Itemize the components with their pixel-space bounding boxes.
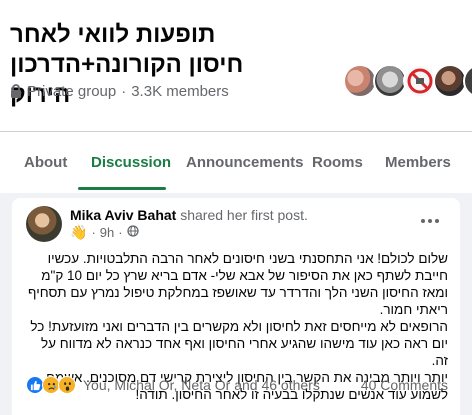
- reaction-icons[interactable]: [26, 376, 88, 394]
- post-card: Mika Aviv Bahat shared her first post. 👋…: [12, 198, 460, 415]
- member-avatars[interactable]: [343, 64, 472, 98]
- meta-separator: ·: [121, 82, 127, 100]
- wave-icon: 👋: [70, 224, 88, 240]
- lock-icon: [10, 84, 22, 98]
- member-avatar[interactable]: [373, 64, 407, 98]
- post-paragraph: שלום לכולם! אני התחסנתי בשני חיסונים לאח…: [28, 251, 448, 317]
- post-header: Mika Aviv Bahat shared her first post.: [70, 207, 308, 223]
- no-entry-icon: [407, 68, 433, 94]
- group-header: תופעות לוואי לאחר חיסון הקורונה+הדרכון ה…: [0, 0, 472, 193]
- meta-separator: ·: [91, 224, 96, 240]
- author-avatar[interactable]: [26, 206, 62, 242]
- privacy-label[interactable]: Private group: [27, 83, 116, 100]
- post-action-text: shared her first post.: [180, 207, 308, 223]
- member-avatar[interactable]: [403, 64, 437, 98]
- active-tab-indicator: [78, 187, 166, 190]
- author-name[interactable]: Mika Aviv Bahat: [70, 207, 176, 223]
- facebook-group-page: תופעות לוואי לאחר חיסון הקורונה+הדרכון ה…: [0, 0, 472, 415]
- post-time[interactable]: 9h: [100, 225, 114, 240]
- tab-announcements[interactable]: Announcements: [186, 132, 304, 193]
- member-avatar[interactable]: [463, 64, 472, 98]
- group-tabs: About Discussion Announcements Rooms Mem…: [0, 132, 472, 193]
- tab-rooms[interactable]: Rooms: [312, 132, 363, 193]
- wow-reaction-icon: [58, 376, 76, 394]
- comments-count[interactable]: 40 Comments: [361, 377, 448, 393]
- tab-discussion[interactable]: Discussion: [91, 132, 171, 193]
- member-count[interactable]: 3.3K members: [131, 83, 229, 100]
- member-avatar[interactable]: [343, 64, 377, 98]
- tab-members[interactable]: Members: [385, 132, 451, 193]
- more-options-icon[interactable]: [418, 212, 442, 230]
- meta-separator: ·: [118, 224, 123, 240]
- group-meta: Private group · 3.3K members: [10, 82, 229, 100]
- member-avatar[interactable]: [433, 64, 467, 98]
- post-paragraph: הרופאים לא מייחסים זאת לחיסון ולא מקשרים…: [30, 319, 448, 368]
- post-meta: 👋 · 9h ·: [70, 223, 139, 241]
- globe-icon: [126, 224, 139, 240]
- tab-about[interactable]: About: [24, 132, 67, 193]
- reaction-summary[interactable]: You, Michal Or, Neta Or and 46 others: [83, 377, 320, 393]
